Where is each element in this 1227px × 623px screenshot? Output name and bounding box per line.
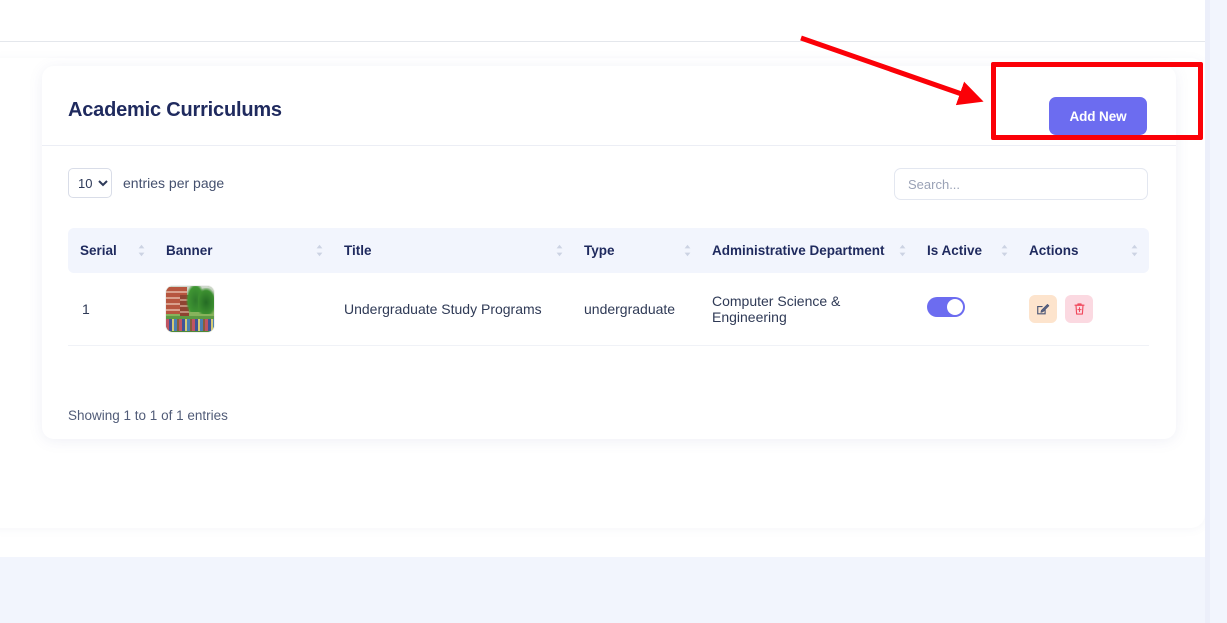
- cell-title: Undergraduate Study Programs: [334, 273, 574, 345]
- column-header-title[interactable]: Title: [334, 228, 574, 273]
- row-actions: [1029, 295, 1139, 323]
- sort-updown-icon: [683, 244, 692, 257]
- column-label: Serial: [80, 243, 117, 258]
- delete-icon: [1073, 302, 1086, 316]
- table-head: Serial Banner: [68, 228, 1149, 273]
- curriculums-table: Serial Banner: [68, 228, 1149, 346]
- table-entries-summary: Showing 1 to 1 of 1 entries: [68, 408, 228, 423]
- cell-banner: [156, 273, 334, 345]
- sort-updown-icon: [898, 244, 907, 257]
- entries-per-page-label: entries per page: [123, 175, 224, 191]
- scrollbar-track[interactable]: [1205, 0, 1210, 623]
- table-row: 1: [68, 273, 1149, 345]
- column-label: Actions: [1029, 243, 1079, 258]
- cell-department: Computer Science & Engineering: [702, 273, 917, 345]
- column-label: Type: [584, 243, 615, 258]
- academic-curriculums-card: Academic Curriculums Add New 10 entries …: [42, 66, 1176, 439]
- column-header-actions[interactable]: Actions: [1019, 228, 1149, 273]
- table-header-row: Serial Banner: [68, 228, 1149, 273]
- cell-is-active: [917, 273, 1019, 345]
- top-navbar: [0, 0, 1205, 42]
- column-header-type[interactable]: Type: [574, 228, 702, 273]
- page-root: Academic Curriculums Add New 10 entries …: [0, 0, 1227, 623]
- edit-icon: [1036, 302, 1050, 316]
- column-label: Title: [344, 243, 372, 258]
- page-scrollbar-gutter[interactable]: [1205, 0, 1227, 623]
- sort-updown-icon: [315, 244, 324, 257]
- column-header-administrative-department[interactable]: Administrative Department: [702, 228, 917, 273]
- card-header: Academic Curriculums Add New: [42, 66, 1176, 146]
- column-label: Is Active: [927, 243, 982, 258]
- entries-per-page-select[interactable]: 10: [68, 168, 112, 198]
- edit-button[interactable]: [1029, 295, 1057, 323]
- entries-per-page-control: 10 entries per page: [68, 168, 224, 198]
- footer-band: [0, 557, 1205, 623]
- column-header-banner[interactable]: Banner: [156, 228, 334, 273]
- sort-updown-icon: [137, 244, 146, 257]
- add-new-button[interactable]: Add New: [1049, 97, 1147, 135]
- cell-type: undergraduate: [574, 273, 702, 345]
- cell-serial: 1: [68, 273, 156, 345]
- column-label: Administrative Department: [712, 243, 885, 258]
- cell-actions: [1019, 273, 1149, 345]
- data-table-wrapper: Serial Banner: [68, 228, 1149, 346]
- column-header-is-active[interactable]: Is Active: [917, 228, 1019, 273]
- sort-updown-icon: [555, 244, 564, 257]
- sort-updown-icon: [1000, 244, 1009, 257]
- column-label: Banner: [166, 243, 213, 258]
- toggle-knob: [947, 299, 963, 315]
- sort-updown-icon: [1130, 244, 1139, 257]
- banner-thumbnail: [166, 286, 214, 332]
- table-body: 1: [68, 273, 1149, 345]
- delete-button[interactable]: [1065, 295, 1093, 323]
- page-title: Academic Curriculums: [68, 99, 282, 122]
- table-controls: 10 entries per page: [42, 168, 1176, 208]
- search-input[interactable]: [894, 168, 1148, 200]
- column-header-serial[interactable]: Serial: [68, 228, 156, 273]
- is-active-toggle[interactable]: [927, 297, 965, 317]
